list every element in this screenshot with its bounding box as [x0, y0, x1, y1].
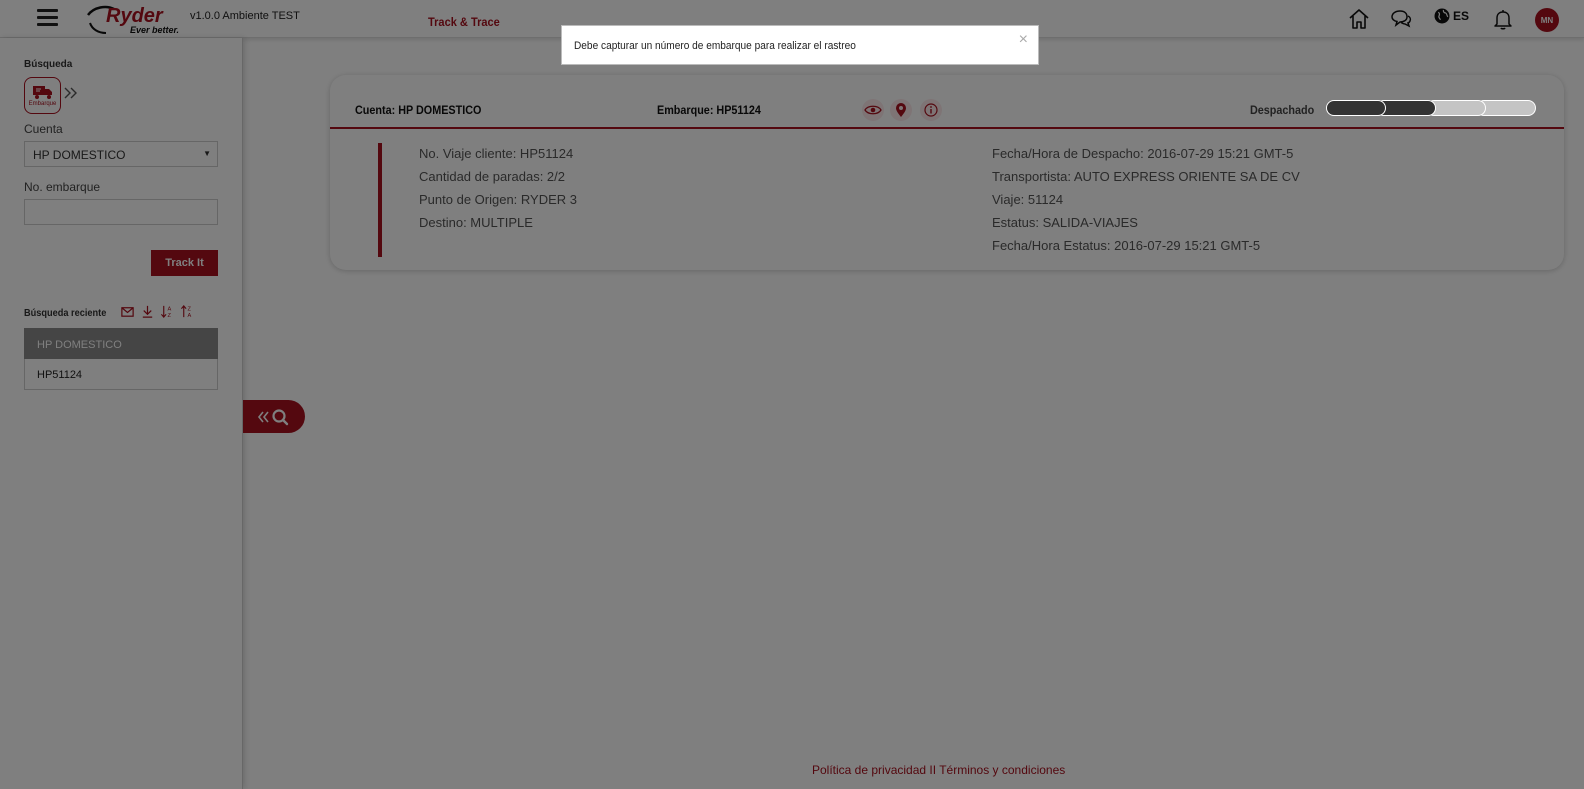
- progress-segment: [1326, 100, 1386, 116]
- shipment-progress-bar: [1326, 100, 1536, 116]
- validation-alert: Debe capturar un número de embarque para…: [561, 25, 1039, 65]
- close-icon[interactable]: ×: [1019, 32, 1028, 48]
- alert-message: Debe capturar un número de embarque para…: [574, 40, 856, 52]
- modal-backdrop[interactable]: [0, 0, 1584, 789]
